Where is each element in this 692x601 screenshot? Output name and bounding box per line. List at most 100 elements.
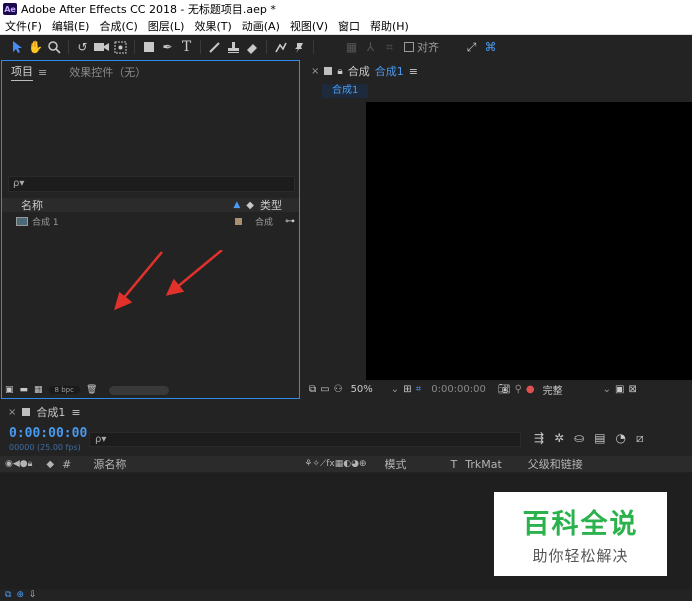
chevron-down-icon[interactable]: ⌄ [391,384,399,395]
eraser-tool-icon[interactable] [244,38,261,56]
composition-panel: × 🔒︎ 合成 合成1 ≡ 合成1 ⧉ ▭ ⚇ 50% ⌄ ⊞ ⌗ 0:00:0… [304,60,692,399]
menu-window[interactable]: 窗口 [333,18,365,34]
local-axis-icon[interactable]: ⅄ [362,38,379,56]
grid-icon[interactable]: ⊞ [403,384,411,395]
column-t[interactable]: T [451,458,458,471]
menu-bar: 文件(F) 编辑(E) 合成(C) 图层(L) 效果(T) 动画(A) 视图(V… [0,18,692,35]
sort-ascending-icon[interactable]: ▲ [233,200,240,210]
show-snapshot-icon[interactable]: ⚲ [515,384,522,395]
tab-project[interactable]: 项目 [11,63,33,81]
draft-3d-icon[interactable]: ✲ [554,431,564,446]
current-time[interactable]: 0:00:00:00 [431,384,486,395]
list-item[interactable]: 合成 1 合成 ⊶ [2,214,299,228]
project-panel-menu-icon[interactable]: ≡ [38,66,47,79]
camera-tool-icon[interactable] [93,38,110,56]
roto-brush-tool-icon[interactable] [272,38,289,56]
resolution-select[interactable]: 完整 [543,382,563,397]
brush-tool-icon[interactable] [206,38,223,56]
column-type[interactable]: 类型 [260,197,282,213]
color-depth-button[interactable]: 8 bpc [48,386,80,394]
project-scrollbar[interactable] [109,385,170,395]
layer-switches-toggle-icon[interactable]: ⧉ [5,590,11,600]
snap-icon[interactable]: ⤢ [463,38,480,56]
align-checkbox[interactable] [404,42,414,52]
timeline-search-input[interactable]: ρ▾ [89,432,521,447]
timeline-menu-icon[interactable]: ≡ [71,406,80,419]
av-switches-icon[interactable]: ◉◀●🔒︎ [5,459,32,469]
timeline-current-time[interactable]: 0:00:00:00 [9,426,87,441]
fast-preview-icon[interactable]: ▣ [615,384,624,395]
comp-panel-menu-icon[interactable]: ≡ [409,65,418,78]
column-parent[interactable]: 父级和链接 [528,456,583,472]
rectangle-tool-icon[interactable] [140,38,157,56]
column-trkmat[interactable]: TrkMat [465,458,502,471]
lock-icon[interactable]: 🔒︎ [337,66,342,77]
close-icon[interactable]: × [311,66,319,77]
frame-blending-icon[interactable]: ▤ [594,431,605,446]
menu-animation[interactable]: 动画(A) [237,18,285,34]
world-axis-icon[interactable]: ▦ [343,38,360,56]
always-preview-icon[interactable]: ⧉ [309,384,316,395]
snapshot-icon[interactable]: 📷︎ [498,384,511,395]
watermark-main-text: 百科全说 [522,509,639,540]
chevron-down-icon[interactable]: ⌄ [603,384,611,395]
delete-icon[interactable]: 🗑 [86,385,97,395]
composition-footer: ⧉ ▭ ⚇ 50% ⌄ ⊞ ⌗ 0:00:00:00 📷︎ ⚲ ● 完整 ⌄ ▣… [304,380,692,398]
view-axis-icon[interactable]: ⌗ [381,38,398,56]
tab-timeline-comp[interactable]: 合成1 [36,404,65,420]
column-mode[interactable]: 模式 [385,456,407,472]
zoom-select[interactable]: 50% [351,384,373,395]
zoom-tool-icon[interactable] [46,38,63,56]
region-of-interest-icon[interactable]: ⌗ [416,384,422,395]
clone-stamp-tool-icon[interactable] [225,38,242,56]
menu-view[interactable]: 视图(V) [285,18,333,34]
selection-tool-icon[interactable] [8,38,25,56]
motion-blur-icon[interactable]: ◔ [616,431,626,446]
composition-tabs: × 🔒︎ 合成 合成1 ≡ [304,60,692,82]
new-folder-icon[interactable]: ▬ [20,385,29,395]
pan-behind-tool-icon[interactable] [112,38,129,56]
column-source-name[interactable]: 源名称 [93,456,126,472]
align-label: 对齐 [417,41,439,54]
menu-layer[interactable]: 图层(L) [143,18,190,34]
type-tool-icon[interactable]: T [178,38,195,56]
item-name: 合成 1 [32,217,59,228]
hand-tool-icon[interactable]: ✋ [27,38,44,56]
comp-color-swatch [324,67,333,75]
snap-grid-icon[interactable]: ⌘ [482,38,499,56]
layer-switches-icon[interactable]: ⚘✧⟋fx▦◐◕⊕ [304,459,366,469]
label-tag-icon[interactable]: ◆ [246,200,254,211]
rotate-tool-icon[interactable]: ↺ [74,38,91,56]
comp-mini-flowchart-icon[interactable]: ⇶ [534,431,544,446]
column-number[interactable]: # [62,458,71,471]
tab-composition[interactable]: 合成1 [375,63,404,79]
color-channels-icon[interactable]: ● [526,384,535,395]
label-tag-icon[interactable]: ◆ [46,459,54,470]
composition-viewer[interactable] [366,102,692,380]
label-color-swatch[interactable] [234,217,242,225]
menu-file[interactable]: 文件(F) [0,18,47,34]
puppet-pin-tool-icon[interactable] [291,38,308,56]
menu-edit[interactable]: 编辑(E) [47,18,95,34]
in-out-toggle-icon[interactable]: ⇩ [29,590,37,600]
project-search-input[interactable]: ρ▾ [8,176,295,192]
mask-visibility-icon[interactable]: ⚇ [334,384,343,395]
column-name[interactable]: 名称 [21,197,43,213]
comp-breadcrumb[interactable]: 合成1 [322,84,369,98]
align-option[interactable]: 对齐 [404,39,439,55]
graph-editor-icon[interactable]: ⧄ [636,431,644,446]
menu-effect[interactable]: 效果(T) [189,18,236,34]
tab-effect-controls[interactable]: 效果控件（无） [69,64,146,80]
toolbar-divider [266,40,267,54]
transparency-grid-icon[interactable]: ⊠ [628,384,636,395]
menu-help[interactable]: 帮助(H) [365,18,414,34]
new-composition-icon[interactable]: ▦ [34,385,43,395]
transfer-controls-toggle-icon[interactable]: ⊕ [16,590,24,600]
close-icon[interactable]: × [8,407,16,418]
interpret-footage-icon[interactable]: ▣ [5,385,14,395]
pen-tool-icon[interactable]: ✒ [159,38,176,56]
menu-composition[interactable]: 合成(C) [94,18,142,34]
shy-layers-icon[interactable]: ⛀ [574,431,584,446]
monitor-icon[interactable]: ▭ [320,384,329,395]
flowchart-icon[interactable]: ⊶ [285,216,295,227]
